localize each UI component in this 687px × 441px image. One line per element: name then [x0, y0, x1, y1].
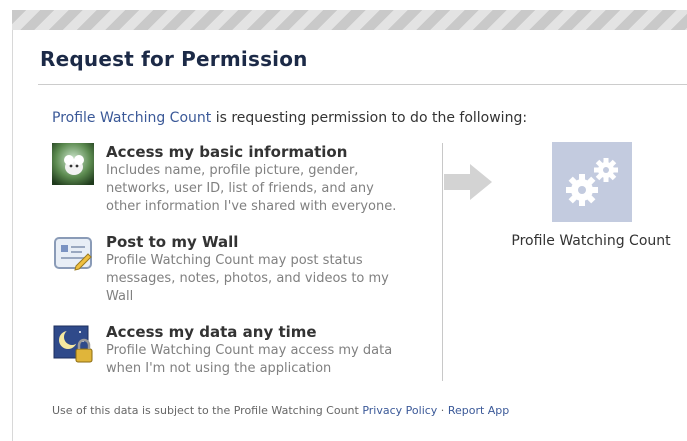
- report-app-link[interactable]: Report App: [448, 404, 509, 417]
- permission-description: Profile Watching Count may post status m…: [106, 253, 389, 304]
- arrow-right-icon: [444, 162, 494, 206]
- app-icon-tile: [552, 142, 632, 222]
- title-divider: [38, 84, 687, 85]
- dialog-footer: Use of this data is subject to the Profi…: [52, 404, 509, 417]
- permission-description: Profile Watching Count may access my dat…: [106, 343, 393, 376]
- permission-title: Post to my Wall: [106, 233, 239, 251]
- footer-text: Use of this data is subject to the Profi…: [52, 404, 363, 417]
- permission-intro: Profile Watching Count is requesting per…: [52, 110, 527, 126]
- intro-text: is requesting permission to do the follo…: [211, 110, 528, 126]
- offline-access-lock-icon: [52, 323, 94, 365]
- dialog-title: Request for Permission: [40, 47, 308, 71]
- vertical-divider: [442, 143, 443, 381]
- privacy-policy-link[interactable]: Privacy Policy: [362, 404, 437, 417]
- wall-post-icon: [52, 233, 94, 275]
- permission-description: Includes name, profile picture, gender, …: [106, 163, 397, 214]
- permission-title: Access my basic information: [106, 143, 348, 161]
- basic-info-avatar-icon: [52, 143, 94, 185]
- app-name-label: Profile Watching Count: [511, 233, 671, 249]
- gears-icon: [566, 158, 618, 206]
- footer-separator: ·: [437, 404, 448, 417]
- app-name-link[interactable]: Profile Watching Count: [52, 110, 211, 126]
- dialog-top-stripe: [12, 10, 687, 30]
- permission-title: Access my data any time: [106, 323, 317, 341]
